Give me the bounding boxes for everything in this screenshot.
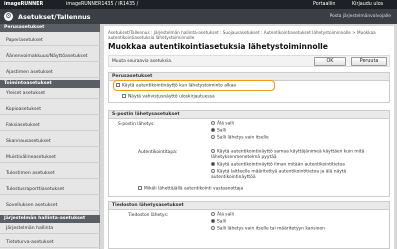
sidebar-item-scan[interactable]: Skannausasetukset	[0, 137, 100, 147]
file-send-label: Tiedoston lähetys:	[128, 213, 169, 218]
show-confirm-row: Näytä vahvistusnäyttö uloskirjautuessa	[122, 94, 215, 100]
file-send-option-0[interactable]: Älä salli	[211, 212, 234, 218]
file-send-option-1[interactable]: Salli	[211, 219, 226, 225]
file-settings-section: Tiedoston lähetysasetukset Tiedoston läh…	[108, 201, 390, 249]
sidebar-item-security[interactable]: Tietoturva-asetukset	[0, 238, 100, 248]
file-send-option-2[interactable]: Salli lähetys vain itselle tai määritety…	[211, 226, 325, 232]
confirm-checkbox[interactable]	[138, 186, 142, 190]
device-name: imageRUNNER1435 / iR1435 /	[66, 2, 139, 7]
email-settings-heading: S-postin lähetysasetukset	[109, 111, 389, 119]
app-title: Asetukset/Tallennus	[18, 13, 91, 21]
cancel-button[interactable]: Peruuta	[351, 57, 387, 66]
email-send-label: S-postin lähetys:	[118, 122, 155, 127]
sidebar-item-applications[interactable]: Sovelluksen asetukset	[0, 201, 100, 211]
admin-mail-link[interactable]: Posta järjestelmänvalvojalle	[330, 14, 391, 19]
sidebar-item-fax[interactable]: Faksiasetukset	[0, 121, 100, 131]
sidebar-item-memory-media[interactable]: Muistivälineasetukset	[0, 153, 100, 163]
email-send-option-1[interactable]: Salli	[211, 128, 226, 134]
sidebar-item-volume-display[interactable]: Äänenvoimakkuus/Näyttöasetukset	[0, 52, 100, 62]
main-content: Asetukset/Tallennus : Järjestelmän halli…	[104, 26, 394, 249]
settings-gear-icon: ⚙	[4, 12, 13, 21]
auth-option-1[interactable]: Käytä autentikointinäyttö ilman mitään a…	[211, 162, 345, 168]
use-auth-checkbox[interactable]	[116, 83, 120, 87]
sidebar-header-system: Järjestelmän hallinta-asetukset	[0, 215, 100, 223]
info-text: Muuta seuraavia asetuksia.	[112, 59, 173, 64]
confirm-label: Mikäli lähettäjällä autentikointi vastaa…	[144, 186, 244, 192]
top-bar: imageRUNNER imageRUNNER1435 / iR1435 / P…	[0, 0, 397, 9]
show-confirm-checkbox[interactable]	[122, 94, 126, 98]
sidebar-item-system-management[interactable]: Järjestelmän hallinta	[0, 224, 100, 234]
radio-selected-icon[interactable]	[211, 162, 215, 166]
radio-selected-icon[interactable]	[211, 128, 215, 132]
radio-icon[interactable]	[211, 212, 215, 216]
auth-method-label: Autentikointitapa:	[138, 150, 178, 155]
email-send-option-0[interactable]: Älä salli	[211, 121, 234, 127]
auth-option-2[interactable]: Käytä laitteelle määritettyä autentikoin…	[211, 169, 387, 181]
sidebar-item-printer[interactable]: Tulostimen asetukset	[0, 169, 100, 179]
sidebar-item-copy[interactable]: Kopioasetukset	[0, 105, 100, 115]
logout-link[interactable]: Kirjaudu ulos	[352, 2, 383, 7]
confirm-row: Mikäli lähettäjällä autentikointi vastaa…	[138, 186, 243, 192]
show-confirm-label: Näytä vahvistusnäyttö uloskirjautuessa	[128, 94, 215, 100]
sidebar-item-common[interactable]: Yleiset asetukset	[0, 89, 100, 99]
sidebar-item-paper[interactable]: Paperiasetukset	[0, 36, 100, 46]
file-settings-heading: Tiedoston lähetysasetukset	[109, 202, 389, 210]
brand-name: imageRUNNER	[4, 2, 44, 7]
sidebar-item-timer[interactable]: Ajastimen asetukset	[0, 68, 100, 78]
title-bar: ⚙ Asetukset/Tallennus Posta järjestelmän…	[0, 9, 397, 24]
sidebar-item-print-reports[interactable]: Tulostusraporttiasetukset	[0, 185, 100, 195]
radio-selected-icon[interactable]	[211, 219, 215, 223]
portal-link[interactable]: Portaaliin	[313, 2, 335, 7]
use-auth-label: Käytä autentikointinäyttö kun lähetystoi…	[122, 83, 236, 89]
page-title: Muokkaa autentikointiasetuksia lähetysto…	[108, 42, 328, 51]
radio-icon[interactable]	[211, 226, 215, 230]
radio-icon[interactable]	[211, 135, 215, 139]
sidebar: Perusasetukset Paperiasetukset Äänenvoim…	[0, 24, 100, 249]
sidebar-header-functions: Toimintoasetukset	[0, 80, 100, 88]
sidebar-header-basic: Perusasetukset	[0, 24, 100, 32]
email-send-option-2[interactable]: Salli lähetys vain itselle	[211, 135, 269, 141]
auth-option-0[interactable]: Käytä autentikointinäyttö samaa käyttäjä…	[211, 149, 387, 161]
radio-icon[interactable]	[211, 169, 215, 173]
email-settings-section: S-postin lähetysasetukset S-postin lähet…	[108, 110, 390, 197]
radio-icon[interactable]	[211, 121, 215, 125]
radio-icon[interactable]	[211, 149, 215, 153]
info-bar: Muuta seuraavia asetuksia. OK Peruuta	[108, 55, 390, 67]
breadcrumb: Asetukset/Tallennus : Järjestelmän halli…	[108, 30, 376, 40]
ok-button[interactable]: OK	[314, 57, 346, 66]
use-auth-row: Käytä autentikointinäyttö kun lähetystoi…	[116, 83, 236, 89]
basic-settings-section: Perusasetukset Käytä autentikointinäyttö…	[108, 72, 390, 103]
